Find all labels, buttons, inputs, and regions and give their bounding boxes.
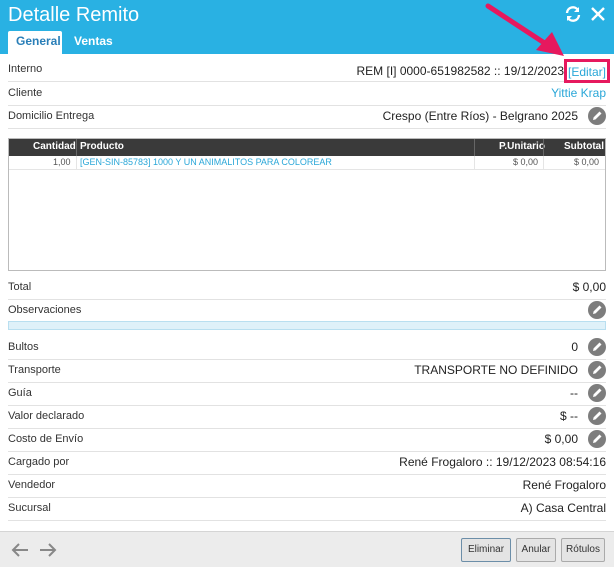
label-bultos: Bultos (8, 341, 39, 353)
value-costo-envio: $ 0,00 (544, 432, 578, 446)
row-total: Total $ 0,00 (8, 277, 606, 300)
label-transporte: Transporte (8, 364, 61, 376)
items-table: Cantidad Producto P.Unitario Subtotal 1,… (8, 138, 606, 271)
value-total: $ 0,00 (572, 280, 606, 294)
label-total: Total (8, 281, 32, 293)
footer-toolbar: Eliminar Anular Rótulos (0, 531, 614, 567)
label-domicilio: Domicilio Entrega (8, 110, 95, 122)
label-guia: Guía (8, 387, 32, 399)
cell-subtotal: $ 0,00 (574, 157, 600, 167)
arrow-right-icon[interactable] (38, 541, 58, 562)
row-interno: Interno REM [I] 0000-651982582 :: 19/12/… (8, 59, 606, 82)
pencil-icon[interactable] (588, 107, 606, 125)
label-sucursal: Sucursal (8, 502, 51, 514)
row-valor-declarado: Valor declarado $ -- (8, 406, 606, 429)
row-vendedor: Vendedor René Frogaloro (8, 475, 606, 498)
pencil-icon[interactable] (588, 407, 606, 425)
window-title: Detalle Remito (8, 4, 140, 26)
pencil-icon[interactable] (588, 430, 606, 448)
pencil-icon[interactable] (588, 361, 606, 379)
value-transporte: TRANSPORTE NO DEFINIDO (414, 363, 578, 377)
pencil-icon[interactable] (588, 338, 606, 356)
cell-punitario: $ 0,00 (513, 157, 539, 167)
anular-button[interactable]: Anular (516, 538, 556, 562)
value-vendedor: René Frogaloro (522, 478, 606, 492)
col-subtotal[interactable]: Subtotal (564, 141, 604, 152)
row-sucursal: Sucursal A) Casa Central (8, 498, 606, 521)
label-cargado-por: Cargado por (8, 456, 70, 468)
value-guia: -- (570, 386, 578, 400)
row-domicilio: Domicilio Entrega Crespo (Entre Ríos) - … (8, 106, 606, 129)
row-guia: Guía -- (8, 383, 606, 406)
value-domicilio: Crespo (Entre Ríos) - Belgrano 2025 (382, 109, 578, 123)
pencil-icon[interactable] (588, 301, 606, 319)
tab-ventas[interactable]: Ventas (66, 31, 121, 54)
value-bultos: 0 (571, 340, 578, 354)
pencil-icon[interactable] (588, 384, 606, 402)
cell-cantidad: 1,00 (53, 157, 71, 167)
tab-general[interactable]: General (8, 31, 62, 54)
row-cargado-por: Cargado por René Frogaloro :: 19/12/2023… (8, 452, 606, 475)
eliminar-button[interactable]: Eliminar (461, 538, 511, 562)
row-costo-envio: Costo de Envío $ 0,00 (8, 429, 606, 452)
label-cliente: Cliente (8, 87, 43, 99)
row-transporte: Transporte TRANSPORTE NO DEFINIDO (8, 360, 606, 383)
close-icon[interactable] (588, 4, 608, 24)
col-producto[interactable]: Producto (80, 141, 124, 152)
row-cliente: Cliente Yittie Krap (8, 83, 606, 106)
col-punitario[interactable]: P.Unitario (499, 141, 545, 152)
label-observaciones: Observaciones (8, 304, 82, 316)
label-vendedor: Vendedor (8, 479, 56, 491)
label-valor-declarado: Valor declarado (8, 410, 85, 422)
value-cargado-por: René Frogaloro :: 19/12/2023 08:54:16 (399, 455, 606, 469)
table-header: Cantidad Producto P.Unitario Subtotal (9, 139, 605, 156)
cell-producto-link[interactable]: [GEN-SIN-85783] 1000 Y UN ANIMALITOS PAR… (80, 157, 332, 167)
row-bultos: Bultos 0 (8, 337, 606, 360)
editar-link[interactable]: [Editar] (568, 65, 606, 79)
rotulos-button[interactable]: Rótulos (561, 538, 605, 562)
col-cantidad[interactable]: Cantidad (33, 141, 76, 152)
value-interno: REM [I] 0000-651982582 :: 19/12/2023 (356, 64, 565, 78)
label-costo-envio: Costo de Envío (8, 433, 84, 445)
observaciones-field[interactable] (8, 321, 606, 330)
row-observaciones: Observaciones (8, 300, 606, 323)
value-valor-declarado: $ -- (560, 409, 578, 423)
label-interno: Interno (8, 63, 43, 75)
arrow-left-icon[interactable] (10, 541, 30, 562)
value-cliente-link[interactable]: Yittie Krap (551, 86, 606, 100)
table-row[interactable]: 1,00 [GEN-SIN-85783] 1000 Y UN ANIMALITO… (9, 156, 605, 170)
value-sucursal: A) Casa Central (520, 501, 606, 515)
